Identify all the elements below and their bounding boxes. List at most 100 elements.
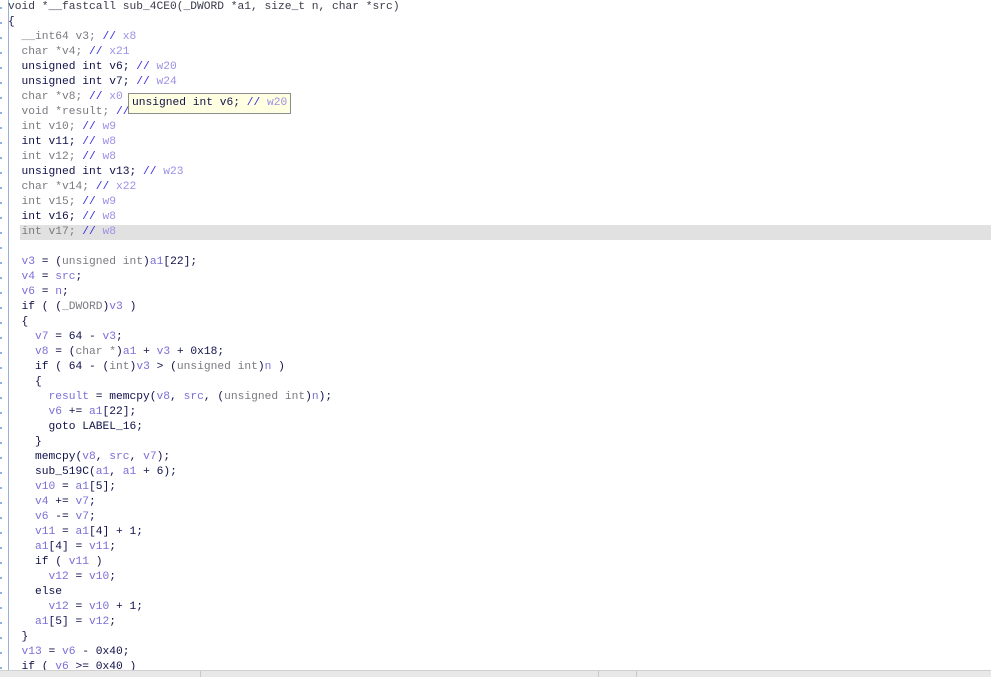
code-token: char *v8; <box>8 91 90 103</box>
code-line-text: { <box>8 16 15 28</box>
code-token: int v11; <box>8 136 83 148</box>
code-line[interactable]: unsigned int v7; // w24 <box>8 75 991 90</box>
code-line[interactable]: } <box>8 435 991 450</box>
code-line-text: int v10; // w9 <box>8 121 117 133</box>
code-line[interactable]: v3 = (unsigned int)a1[22]; <box>8 255 991 270</box>
gutter-tick <box>0 217 2 219</box>
code-line[interactable]: v12 = v10 + 1; <box>8 600 991 615</box>
code-line[interactable]: result = memcpy(v8, src, (unsigned int)n… <box>8 390 991 405</box>
code-token: { <box>8 16 15 28</box>
code-token: v6 <box>8 406 63 418</box>
code-token: -= <box>48 511 76 523</box>
code-token: unsigned int <box>224 391 306 403</box>
code-line[interactable]: v11 = a1[4] + 1; <box>8 525 991 540</box>
code-line[interactable]: v6 -= v7; <box>8 510 991 525</box>
code-token: + <box>136 346 157 358</box>
code-token: void *__fastcall sub_4CE0(_DWORD *a1, si… <box>8 1 400 13</box>
code-line[interactable]: int v16; // w8 <box>8 210 991 225</box>
code-line[interactable]: void *__fastcall sub_4CE0(_DWORD *a1, si… <box>8 0 991 15</box>
code-line[interactable]: int v12; // w8 <box>8 150 991 165</box>
code-token: // <box>82 151 103 163</box>
code-line[interactable]: v6 += a1[22]; <box>8 405 991 420</box>
code-token: = ( <box>35 256 63 268</box>
code-token: [5] = <box>48 616 90 628</box>
code-token: w8 <box>102 136 117 148</box>
code-line[interactable]: v4 += v7; <box>8 495 991 510</box>
code-line[interactable]: v12 = v10; <box>8 570 991 585</box>
gutter-tick <box>0 112 2 114</box>
code-line-text: v10 = a1[5]; <box>8 481 116 493</box>
code-line-text: v12 = v10 + 1; <box>8 601 144 613</box>
code-line[interactable]: int v10; // w9 <box>8 120 991 135</box>
gutter-tick <box>0 397 2 399</box>
code-line[interactable]: { <box>8 315 991 330</box>
code-line[interactable]: v7 = 64 - v3; <box>8 330 991 345</box>
code-line[interactable]: { <box>8 375 991 390</box>
code-line[interactable]: v4 = src; <box>8 270 991 285</box>
code-line-text: else <box>8 586 62 598</box>
code-line[interactable]: v10 = a1[5]; <box>8 480 991 495</box>
code-token: result <box>8 391 90 403</box>
code-line[interactable]: v6 = n; <box>8 285 991 300</box>
code-line-text: int v15; // w9 <box>8 196 117 208</box>
code-line[interactable]: } <box>8 630 991 645</box>
code-line[interactable]: else <box>8 585 991 600</box>
code-line-text: } <box>8 631 29 643</box>
gutter-tick <box>0 337 2 339</box>
code-line[interactable] <box>8 240 991 255</box>
code-token: goto LABEL_16; <box>8 421 144 433</box>
code-token: v4 <box>8 271 36 283</box>
code-token: unsigned int <box>176 361 258 373</box>
code-line-text: int v12; // w8 <box>8 151 117 163</box>
code-line[interactable]: sub_519C(a1, a1 + 6); <box>8 465 991 480</box>
code-line-text: v12 = v10; <box>8 571 117 583</box>
code-token: w24 <box>156 76 177 88</box>
code-line[interactable]: if ( 64 - (int)v3 > (unsigned int)n ) <box>8 360 991 375</box>
code-line[interactable]: int v11; // w8 <box>8 135 991 150</box>
gutter-tick <box>0 667 2 669</box>
code-line-text: v7 = 64 - v3; <box>8 331 123 343</box>
code-line[interactable]: goto LABEL_16; <box>8 420 991 435</box>
code-token: += <box>62 406 90 418</box>
code-line[interactable]: if ( v11 ) <box>8 555 991 570</box>
code-line[interactable]: memcpy(v8, src, v7); <box>8 450 991 465</box>
code-line[interactable]: unsigned int v13; // w23 <box>8 165 991 180</box>
code-line[interactable]: int v17; // w8 <box>20 225 991 240</box>
code-line-text: char *v8; // x0 <box>8 91 123 103</box>
code-token: w9 <box>102 121 117 133</box>
code-token: ) <box>116 346 123 358</box>
code-token: src <box>109 451 130 463</box>
code-token: int v10; <box>8 121 83 133</box>
code-token: // <box>82 196 103 208</box>
code-token: __int64 v3; <box>8 31 103 43</box>
code-token: v3 <box>136 361 150 373</box>
code-token: [22]; <box>102 406 137 418</box>
code-line[interactable]: a1[4] = v11; <box>8 540 991 555</box>
code-line[interactable]: char *v4; // x21 <box>8 45 991 60</box>
code-line[interactable]: v13 = v6 - 0x40; <box>8 645 991 660</box>
variable-tooltip: unsigned int v6; // w20 <box>128 93 292 114</box>
code-line[interactable]: __int64 v3; // x8 <box>8 30 991 45</box>
code-line[interactable]: v8 = (char *)a1 + v3 + 0x18; <box>8 345 991 360</box>
code-line-text: v13 = v6 - 0x40; <box>8 646 130 658</box>
gutter-tick <box>0 292 2 294</box>
code-token: w8 <box>102 226 117 238</box>
code-line-text: v4 += v7; <box>8 496 96 508</box>
code-line[interactable]: char *v14; // x22 <box>8 180 991 195</box>
code-line[interactable]: { <box>8 15 991 30</box>
gutter-tick <box>0 307 2 309</box>
code-line[interactable]: a1[5] = v12; <box>8 615 991 630</box>
code-line[interactable]: if ( (_DWORD)v3 ) <box>8 300 991 315</box>
code-token: char *v4; <box>8 46 90 58</box>
code-line[interactable]: int v15; // w9 <box>8 195 991 210</box>
gutter-tick <box>0 517 2 519</box>
code-token: v12 <box>8 571 69 583</box>
code-token: > ( <box>149 361 177 373</box>
code-line[interactable]: unsigned int v6; // w20 <box>8 60 991 75</box>
gutter-tick <box>0 472 2 474</box>
code-line-text: char *v14; // x22 <box>8 181 137 193</box>
code-token: a1 <box>8 541 49 553</box>
code-line-text: unsigned int v6; // w20 <box>8 61 177 73</box>
gutter-tick <box>0 622 2 624</box>
code-token: v6 <box>62 646 76 658</box>
